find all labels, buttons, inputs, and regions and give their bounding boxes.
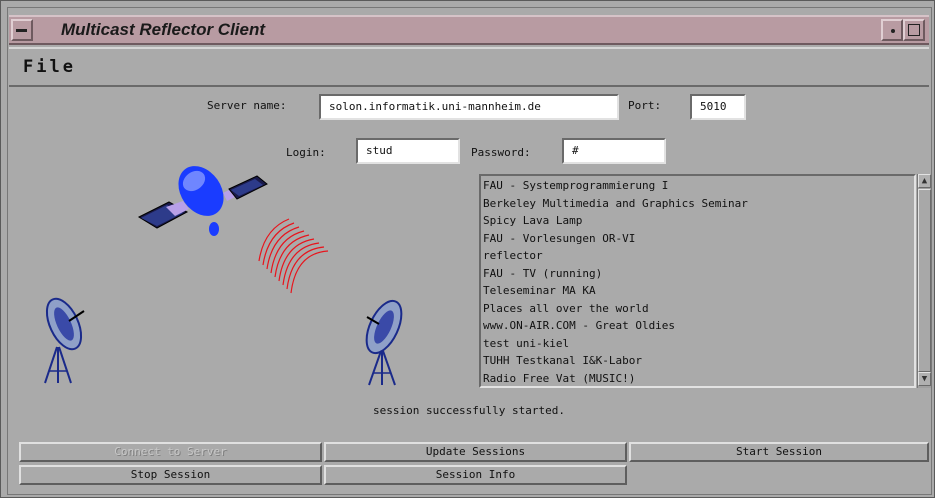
maximize-button[interactable]	[903, 19, 925, 41]
password-field[interactable]: #	[562, 138, 666, 164]
title-bar[interactable]: Multicast Reflector Client	[9, 15, 929, 45]
session-list-item[interactable]: reflector	[481, 247, 914, 265]
connect-to-server-button[interactable]: Connect to Server	[19, 442, 322, 462]
session-list-item[interactable]: www.ON-AIR.COM - Great Oldies	[481, 317, 914, 335]
session-list-item[interactable]: TUHH Testkanal I&K-Labor	[481, 352, 914, 370]
left-dish-antenna-icon	[44, 297, 85, 384]
window-title: Multicast Reflector Client	[61, 20, 266, 39]
right-dish-antenna-icon	[365, 299, 403, 386]
update-sessions-button[interactable]: Update Sessions	[324, 442, 627, 462]
satellite-icon	[137, 166, 268, 236]
port-label: Port:	[628, 99, 662, 112]
port-field[interactable]: 5010	[690, 94, 746, 120]
session-list-item[interactable]: FAU - Systemprogrammierung I	[481, 177, 914, 195]
start-session-button[interactable]: Start Session	[629, 442, 929, 462]
scroll-thumb[interactable]	[918, 189, 931, 372]
minimize-button[interactable]	[881, 19, 903, 41]
main-content: Server name: solon.informatik.uni-mannhe…	[9, 89, 931, 489]
app-window: Multicast Reflector Client File Server n…	[0, 0, 935, 498]
session-list-item[interactable]: FAU - TV (running)	[481, 265, 914, 283]
session-list-item[interactable]: Radio Free Vat (MUSIC!)	[481, 370, 914, 388]
session-info-button[interactable]: Session Info	[324, 465, 627, 485]
session-list-item[interactable]: Places all over the world	[481, 300, 914, 318]
session-list-scrollbar[interactable]: ▲ ▼	[917, 174, 931, 388]
signal-waves-icon	[258, 218, 329, 294]
session-list-item[interactable]: Spicy Lava Lamp	[481, 212, 914, 230]
session-list-item[interactable]: Berkeley Multimedia and Graphics Seminar	[481, 195, 914, 213]
satellite-illustration	[44, 166, 403, 386]
stop-session-button[interactable]: Stop Session	[19, 465, 322, 485]
window-menu-button[interactable]	[11, 19, 33, 41]
minimize-icon	[891, 29, 895, 33]
menu-bar: File	[9, 47, 929, 87]
window-menu-icon	[16, 29, 27, 32]
session-list-item[interactable]: test uni-kiel	[481, 335, 914, 353]
scroll-down-icon[interactable]: ▼	[918, 372, 931, 386]
scroll-up-icon[interactable]: ▲	[918, 174, 931, 188]
session-list-item[interactable]: FAU - Vorlesungen OR-VI	[481, 230, 914, 248]
password-label: Password:	[471, 146, 531, 159]
session-list[interactable]: FAU - Systemprogrammierung I Berkeley Mul…	[479, 174, 916, 388]
menu-file[interactable]: File	[23, 57, 76, 77]
session-list-item[interactable]: Teleseminar MA KA	[481, 282, 914, 300]
status-text: session successfully started.	[372, 404, 566, 417]
maximize-icon	[908, 24, 920, 36]
